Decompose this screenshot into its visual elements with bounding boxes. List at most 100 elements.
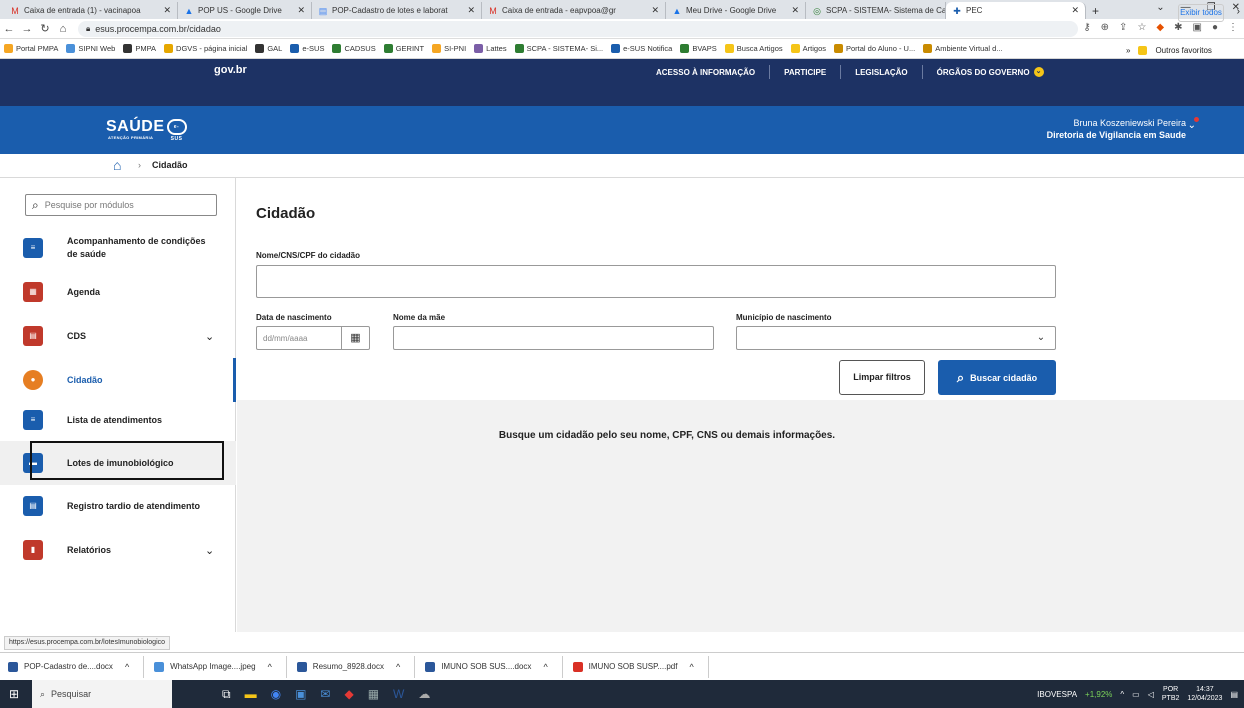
star-icon[interactable]: ☆: [1137, 22, 1146, 33]
close-tab-icon[interactable]: ✕: [159, 5, 171, 16]
new-tab-button[interactable]: +: [1086, 2, 1105, 19]
menu-icon[interactable]: ⋮: [1228, 22, 1238, 33]
download-item[interactable]: WhatsApp Image....jpeg ^: [154, 655, 287, 678]
birth-date-input[interactable]: dd/mm/aaaa ▦: [256, 326, 370, 350]
download-item[interactable]: Resumo_8928.docx ^: [296, 655, 416, 678]
file-explorer-icon[interactable]: ▬: [245, 687, 257, 702]
chevron-down-icon[interactable]: ⌄: [205, 330, 214, 343]
chrome-icon[interactable]: ◉: [271, 687, 281, 702]
home-icon[interactable]: ⌂: [113, 157, 121, 173]
notification-icon[interactable]: ▤: [1230, 690, 1238, 699]
chevron-up-icon[interactable]: ^: [125, 662, 129, 672]
calendar-icon[interactable]: ▦: [341, 327, 369, 349]
bookmark-item[interactable]: DGVS - página inicial: [164, 44, 247, 53]
user-info[interactable]: Bruna Koszeniewski Pereira Diretoria de …: [1047, 117, 1186, 141]
sidebar-item[interactable]: ▮ Relatórios ⌄: [0, 528, 236, 572]
saude-logo[interactable]: SAÚDE e-SUS ATENÇÃO PRIMÁRIA: [106, 118, 187, 142]
chevron-up-icon[interactable]: ^: [268, 662, 272, 672]
sidepanel-icon[interactable]: ▣: [1193, 22, 1202, 33]
extension-icon[interactable]: ◆: [1156, 22, 1164, 33]
close-downloads-icon[interactable]: ›: [1237, 6, 1240, 17]
browser-tab[interactable]: ▲ POP US - Google Drive ✕: [178, 2, 312, 19]
bookmark-item[interactable]: GAL: [255, 44, 282, 53]
close-tab-icon[interactable]: ✕: [647, 5, 659, 16]
bookmark-item[interactable]: Lattes: [474, 44, 507, 53]
volume-icon[interactable]: ◁: [1148, 690, 1154, 699]
gov-link-orgaos[interactable]: ÓRGÃOS DO GOVERNO: [937, 68, 1030, 77]
browser-tab[interactable]: M Caixa de entrada - eapvpoa@gr ✕: [482, 2, 666, 19]
task-view-icon[interactable]: ⧉: [222, 687, 231, 702]
gov-link-acesso[interactable]: ACESSO À INFORMAÇÃO: [656, 68, 755, 77]
tab-search-icon[interactable]: ⌄: [1156, 2, 1164, 13]
bookmark-item[interactable]: e-SUS: [290, 44, 324, 53]
name-cns-cpf-input[interactable]: [256, 265, 1056, 298]
reload-icon[interactable]: ↻: [36, 22, 54, 35]
sidebar-item[interactable]: ● Cidadão: [0, 358, 236, 402]
browser-tab[interactable]: ▤ POP-Cadastro de lotes e laborat ✕: [312, 2, 482, 19]
bookmarks-more-button[interactable]: »: [1126, 46, 1130, 55]
url-field[interactable]: 🔒︎ esus.procempa.com.br/cidadao: [78, 20, 1078, 37]
gov-link-legislacao[interactable]: LEGISLAÇÃO: [855, 68, 907, 77]
browser-tab[interactable]: M Caixa de entrada (1) - vacinapoa ✕: [4, 2, 178, 19]
app-icon[interactable]: ☁: [418, 687, 430, 702]
back-icon[interactable]: ←: [0, 23, 18, 35]
gov-logo[interactable]: gov.br: [214, 64, 247, 76]
bookmark-item[interactable]: PMPA: [123, 44, 156, 53]
word-icon[interactable]: W: [393, 687, 404, 702]
chevron-up-icon[interactable]: ^: [689, 662, 693, 672]
network-icon[interactable]: ▭: [1132, 690, 1140, 699]
clear-filters-button[interactable]: Limpar filtros: [839, 360, 925, 395]
show-all-downloads-button[interactable]: Exibir todos: [1178, 4, 1224, 22]
chevron-up-icon[interactable]: ^: [396, 662, 400, 672]
browser-tab[interactable]: ▲ Meu Drive - Google Drive ✕: [666, 2, 806, 19]
bookmark-item[interactable]: SCPA - SISTEMA- Si...: [514, 44, 603, 53]
bookmark-item[interactable]: Ambiente Virtual d...: [923, 44, 1003, 53]
bookmark-item[interactable]: SI-PNI: [432, 44, 466, 53]
windows-start-icon[interactable]: ⊞: [0, 687, 28, 701]
sidebar-item[interactable]: ≡ Acompanhamento de condições de saúde: [0, 226, 236, 270]
mail-icon[interactable]: ✉: [320, 687, 330, 702]
sidebar-item[interactable]: ▦ Agenda: [0, 270, 236, 314]
calculator-icon[interactable]: ▦: [368, 687, 379, 702]
sidebar-item[interactable]: ▤ Registro tardio de atendimento: [0, 484, 236, 528]
bookmark-item[interactable]: Artigos: [790, 44, 826, 53]
other-bookmarks[interactable]: Outros favoritos: [1155, 46, 1211, 55]
bookmark-item[interactable]: Portal do Aluno - U...: [834, 44, 915, 53]
chevron-up-icon[interactable]: ^: [1120, 690, 1124, 699]
store-icon[interactable]: ▣: [295, 687, 306, 702]
bookmark-item[interactable]: GERINT: [383, 44, 424, 53]
close-tab-icon[interactable]: ✕: [463, 5, 475, 16]
close-tab-icon[interactable]: ✕: [787, 5, 799, 16]
chevron-down-icon[interactable]: ⌄: [205, 544, 214, 557]
bookmark-item[interactable]: Busca Artigos: [724, 44, 783, 53]
bookmark-item[interactable]: Portal PMPA: [4, 44, 58, 53]
key-icon[interactable]: ⚷: [1083, 22, 1090, 33]
language-indicator[interactable]: POR PTB2: [1162, 685, 1180, 703]
download-item[interactable]: IMUNO SOB SUS....docx ^: [425, 655, 563, 678]
sidebar-item[interactable]: ≡ Lista de atendimentos: [0, 398, 236, 442]
download-item[interactable]: POP-Cadastro de....docx ^: [8, 655, 145, 678]
forward-icon[interactable]: →: [18, 23, 36, 35]
stock-name[interactable]: IBOVESPA: [1037, 690, 1077, 699]
zoom-icon[interactable]: ⊕: [1101, 22, 1109, 33]
clock[interactable]: 14:37 12/04/2023: [1187, 685, 1222, 703]
browser-tab-active[interactable]: ✚ PEC ✕: [946, 2, 1086, 19]
mother-name-input[interactable]: [393, 326, 714, 350]
download-item[interactable]: IMUNO SOB SUSP....pdf ^: [572, 655, 709, 678]
sidebar-item[interactable]: ▤ CDS ⌄: [0, 314, 236, 358]
chevron-down-icon[interactable]: ⌄: [1033, 67, 1044, 77]
puzzle-icon[interactable]: ✱: [1174, 22, 1182, 33]
gov-link-participe[interactable]: PARTICIPE: [784, 68, 826, 77]
chevron-up-icon[interactable]: ^: [543, 662, 547, 672]
close-tab-icon[interactable]: ✕: [293, 5, 305, 16]
browser-tab[interactable]: ◎SCPA - SISTEMA- Sistema de Ca✕: [806, 2, 946, 19]
share-icon[interactable]: ⇪: [1119, 22, 1127, 33]
bookmark-item[interactable]: BVAPS: [680, 44, 717, 53]
birth-city-select[interactable]: ⌄: [736, 326, 1056, 350]
module-search-input[interactable]: ⌕ Pesquise por módulos: [25, 194, 217, 216]
close-tab-icon[interactable]: ✕: [1067, 5, 1079, 16]
profile-icon[interactable]: ●: [1212, 22, 1218, 33]
bookmark-item[interactable]: SIPNI Web: [66, 44, 115, 53]
home-icon[interactable]: ⌂: [54, 23, 72, 35]
bookmark-item[interactable]: e-SUS Notifica: [611, 44, 672, 53]
